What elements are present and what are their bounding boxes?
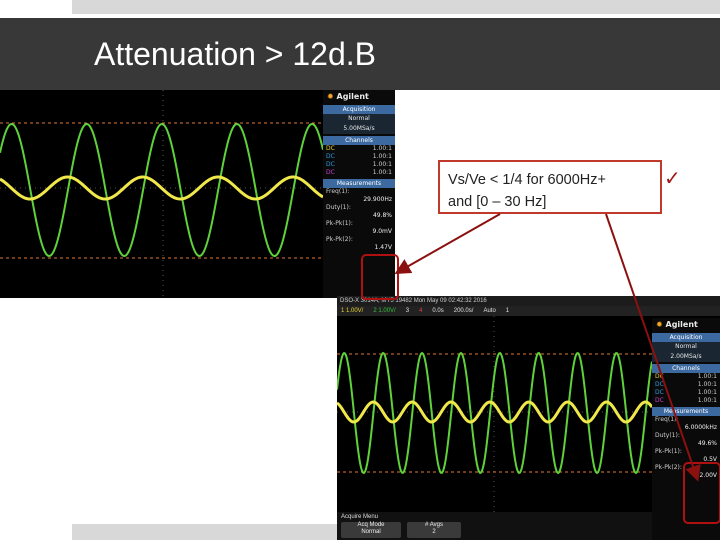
toolbar-item: 4 bbox=[419, 308, 423, 314]
channels-header: Channels bbox=[652, 364, 720, 373]
pkpk2-value: 1.47V bbox=[374, 244, 392, 251]
callout-line-1: Vs/Ve < 1/4 for 6000Hz+ bbox=[448, 172, 606, 188]
freq-value: 6.0000kHz bbox=[684, 424, 717, 431]
agilent-logo-icon: ✹ Agilent bbox=[656, 320, 698, 329]
channel-row: DC 1.00:1 bbox=[326, 161, 392, 168]
softkey-value: Normal bbox=[361, 529, 381, 535]
acquire-menu-title: Acquire Menu bbox=[341, 514, 379, 520]
freq-label: Freq(1): bbox=[326, 188, 350, 195]
callout-box: Vs/Ve < 1/4 for 6000Hz+ and [0 – 30 Hz] bbox=[438, 160, 662, 214]
softkey-avgs[interactable]: # Avgs 2 bbox=[407, 522, 461, 538]
toolbar-item: 3 bbox=[405, 308, 410, 314]
channels-header: Channels bbox=[323, 136, 395, 145]
channel-row: DC 1.00:1 bbox=[326, 145, 392, 152]
duty-label: Duty(1): bbox=[655, 432, 680, 439]
check-mark-icon: ✓ bbox=[664, 166, 681, 190]
acquisition-rate: 5.00MSa/s bbox=[323, 124, 395, 134]
freq-value: 29.900Hz bbox=[363, 196, 392, 203]
softkey-label: # Avgs bbox=[425, 522, 443, 528]
acquisition-rate: 2.00MSa/s bbox=[652, 352, 720, 362]
channel-row: DC 1.00:1 bbox=[655, 381, 717, 388]
agilent-logo-icon: ✹ Agilent bbox=[327, 92, 369, 101]
softkey-acq-mode[interactable]: Acq Mode Normal bbox=[341, 522, 401, 538]
toolbar-item: 0.0s bbox=[432, 308, 444, 314]
pkpk1-label: Pk-Pk(1): bbox=[326, 220, 353, 227]
callout-line-2: and [0 – 30 Hz] bbox=[448, 194, 547, 210]
channel-row: DC 1.00:1 bbox=[655, 389, 717, 396]
toolbar-item: Auto bbox=[483, 308, 496, 314]
oscilloscope-screenshot-top: ✹ Agilent Acquisition Normal 5.00MSa/s C… bbox=[0, 90, 395, 298]
scope-toolbar: 1 1.00V/ 2 1.00V/ 3 4 0.0s 200.0s/ Auto … bbox=[337, 306, 720, 316]
channel-row: DC 1.00:1 bbox=[655, 397, 717, 404]
measurements-header: Measurements bbox=[323, 179, 395, 188]
acquisition-header: Acquisition bbox=[323, 105, 395, 114]
acquisition-header: Acquisition bbox=[652, 333, 720, 342]
oscilloscope-screenshot-bottom: DSO-X 3014A, MY5 19482 Mon May 09 02:42:… bbox=[337, 296, 720, 540]
highlight-box-bottom bbox=[683, 462, 720, 524]
waveform-display-bottom bbox=[337, 316, 652, 512]
highlight-box-top bbox=[361, 254, 399, 300]
duty-value: 49.6% bbox=[697, 440, 717, 447]
toolbar-item: 1 1.00V/ bbox=[341, 308, 364, 314]
top-decor-bar bbox=[72, 0, 720, 14]
softkey-label: Acq Mode bbox=[357, 522, 385, 528]
acquire-menu: Acquire Menu Acq Mode Normal # Avgs 2 bbox=[337, 512, 652, 540]
acquisition-mode: Normal bbox=[323, 114, 395, 124]
channel-row: DC 1.00:1 bbox=[326, 169, 392, 176]
plot-area bbox=[0, 90, 323, 298]
pkpk1-value: 9.0mV bbox=[372, 228, 393, 235]
duty-value: 49.8% bbox=[372, 212, 392, 219]
acquisition-mode: Normal bbox=[652, 342, 720, 352]
arrow-icon bbox=[394, 213, 501, 274]
pkpk2-label: Pk-Pk(2): bbox=[326, 236, 353, 243]
duty-label: Duty(1): bbox=[326, 204, 351, 211]
slide-title: Attenuation > 12d.B bbox=[94, 36, 376, 72]
toolbar-item: 2 1.00V/ bbox=[373, 308, 396, 314]
pkpk1-label: Pk-Pk(1): bbox=[655, 448, 682, 455]
freq-label: Freq(1): bbox=[655, 416, 679, 423]
softkey-value: 2 bbox=[432, 529, 436, 535]
channel-row: DC 1.00:1 bbox=[326, 153, 392, 160]
toolbar-item: 1 bbox=[505, 308, 510, 314]
toolbar-item: 200.0s/ bbox=[453, 308, 474, 314]
measurements-header: Measurements bbox=[652, 407, 720, 416]
channel-row: DC 1.00:1 bbox=[655, 373, 717, 380]
